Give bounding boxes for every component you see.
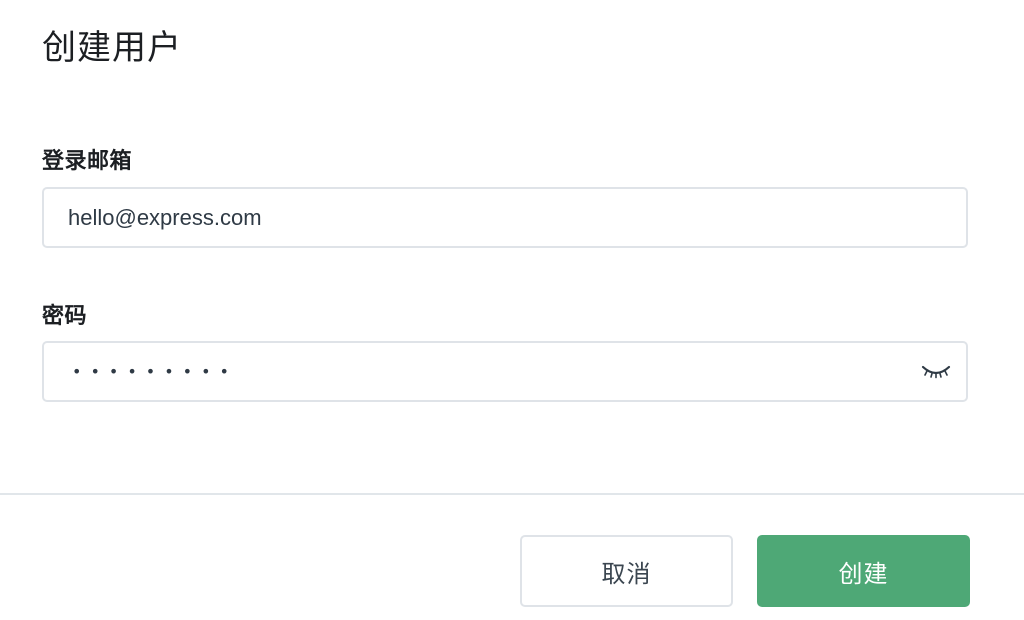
eye-closed-icon[interactable] [920,361,952,383]
footer-divider [0,493,1024,495]
password-label: 密码 [42,304,88,329]
email-label: 登录邮箱 [42,149,133,174]
email-field[interactable] [44,189,966,246]
create-user-dialog: 创建用户 登录邮箱 密码 ••••••••• 取消 创建 [0,0,1024,620]
cancel-button[interactable]: 取消 [520,535,733,607]
password-masked-value: ••••••••• [72,361,238,381]
password-field[interactable]: ••••••••• [42,341,968,402]
dialog-title: 创建用户 [42,28,182,68]
email-field-container [42,187,968,248]
create-button[interactable]: 创建 [757,535,970,607]
